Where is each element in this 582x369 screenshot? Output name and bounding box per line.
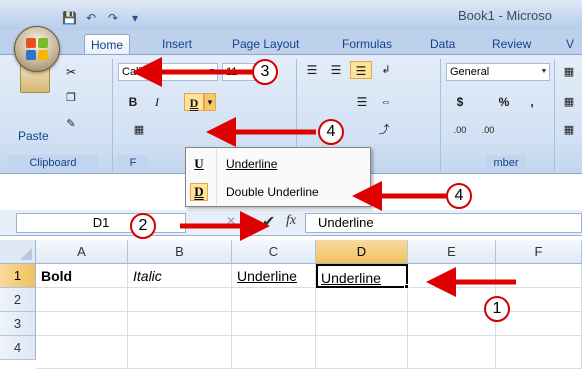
callout-2: 2 — [130, 213, 156, 239]
callout-3: 3 — [252, 59, 278, 85]
callout-1: 1 — [484, 296, 510, 322]
callout-4-top: 4 — [318, 119, 344, 145]
callout-4-bottom: 4 — [446, 183, 472, 209]
